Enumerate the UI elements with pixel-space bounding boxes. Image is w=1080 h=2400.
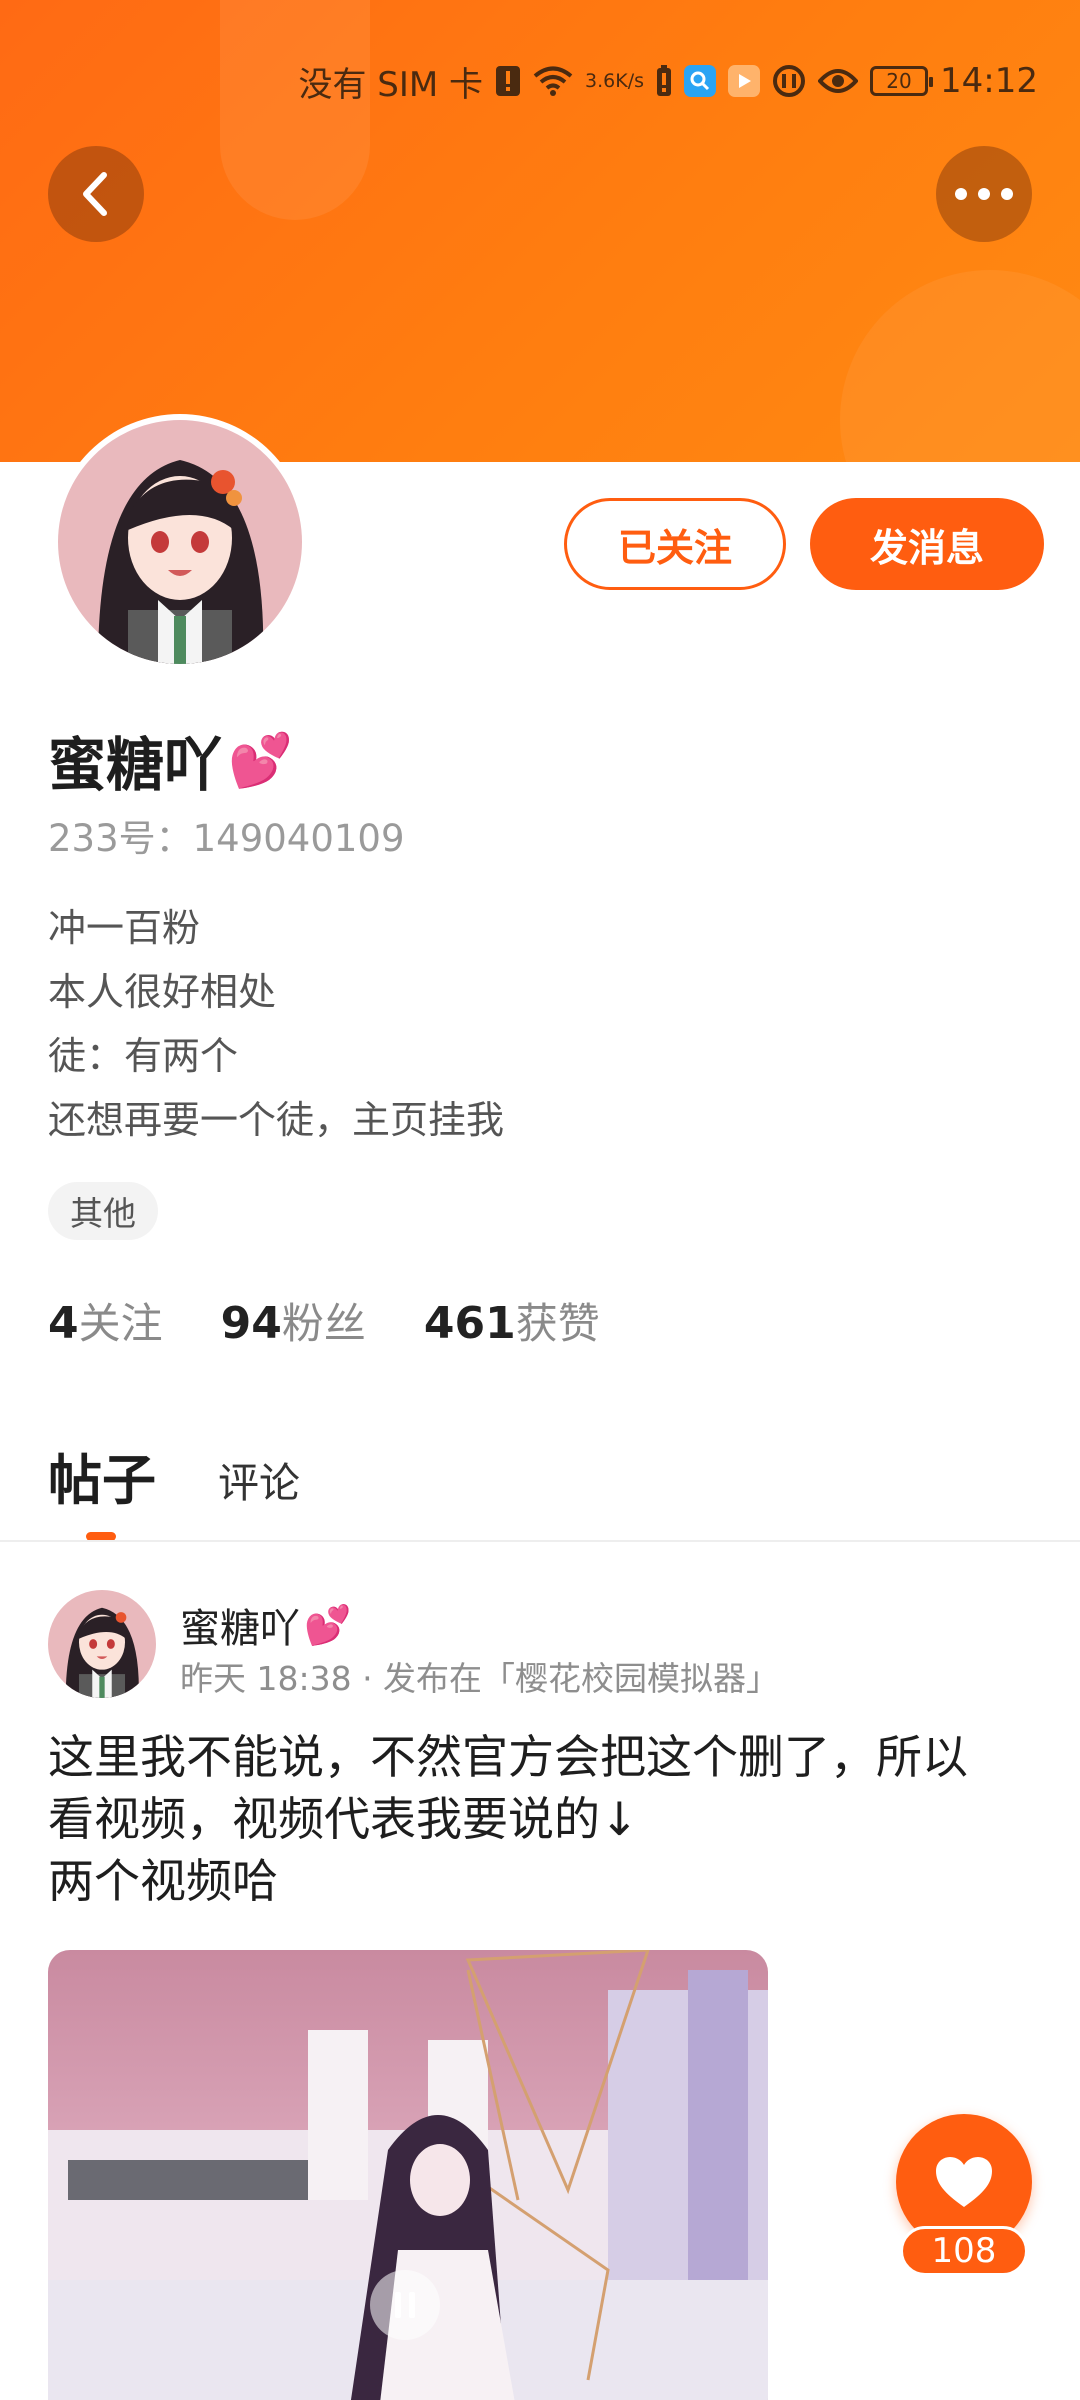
profile-avatar[interactable] xyxy=(52,414,308,670)
profile-bio: 冲一百粉 本人很好相处 徒：有两个 还想再要一个徒，主页挂我 xyxy=(48,896,504,1152)
two-hearts-emoji: 💕 xyxy=(228,730,293,791)
profile-name-text: 蜜糖吖 xyxy=(48,731,223,799)
network-speed: 3.6 K/s xyxy=(585,69,645,92)
speed-unit: K/s xyxy=(615,69,645,92)
stat-likes-count: 461 xyxy=(423,1298,516,1349)
send-message-button[interactable]: 发消息 xyxy=(810,498,1044,590)
battery-alert-icon xyxy=(656,65,672,97)
post-author-avatar[interactable] xyxy=(48,1590,156,1698)
tab-comments[interactable]: 评论 xyxy=(218,1449,300,1515)
avatar-image xyxy=(48,1590,156,1698)
header-decoration xyxy=(840,270,1080,462)
post-text-line: 这里我不能说，不然官方会把这个删了，所以 xyxy=(48,1730,968,1784)
avatar-image xyxy=(58,420,302,664)
profile-stats: 4关注 94粉丝 461获赞 xyxy=(48,1290,600,1351)
profile-header-banner: 没有 SIM 卡 3.6 K/s 20 14:12 xyxy=(0,0,1080,462)
profile-tag: 其他 xyxy=(48,1182,158,1240)
stat-following[interactable]: 4关注 xyxy=(48,1290,163,1351)
heart-icon xyxy=(936,2157,992,2207)
stat-fans[interactable]: 94粉丝 xyxy=(221,1290,366,1351)
video-pause-button[interactable] xyxy=(370,2270,440,2340)
data-saver-icon xyxy=(772,64,806,98)
like-count: 108 xyxy=(900,2226,1028,2276)
eye-comfort-icon xyxy=(818,67,859,95)
bio-line: 本人很好相处 xyxy=(48,970,277,1014)
chevron-left-icon xyxy=(83,172,107,216)
following-button[interactable]: 已关注 xyxy=(564,498,786,590)
header-decoration xyxy=(220,0,370,220)
battery-indicator: 20 xyxy=(870,66,934,96)
post-text-line: 两个视频哈 xyxy=(48,1854,278,1908)
bio-line: 冲一百粉 xyxy=(48,906,201,950)
user-id: 233号：149040109 xyxy=(48,817,405,860)
post-meta: 昨天 18:38 · 发布在「樱花校园模拟器」 xyxy=(180,1659,780,1698)
video-app-icon xyxy=(728,65,761,97)
speed-value: 3.6 xyxy=(585,69,616,92)
bio-line: 徒：有两个 xyxy=(48,1034,239,1078)
wifi-icon xyxy=(533,65,573,97)
tabs-divider xyxy=(0,1540,1080,1542)
stat-fans-count: 94 xyxy=(220,1298,282,1349)
stat-fans-label: 粉丝 xyxy=(281,1299,366,1348)
sim-alert-icon xyxy=(495,65,521,97)
search-app-icon xyxy=(684,65,717,97)
post-body[interactable]: 这里我不能说，不然官方会把这个删了，所以 看视频，视频代表我要说的↓ 两个视频哈 xyxy=(48,1726,1038,1912)
stat-likes: 461获赞 xyxy=(424,1290,600,1351)
tab-posts[interactable]: 帖子 xyxy=(48,1436,156,1541)
post-text-line: 看视频，视频代表我要说的↓ xyxy=(48,1792,639,1846)
clock: 14:12 xyxy=(940,61,1038,101)
post-author-text: 蜜糖吖 xyxy=(180,1606,300,1652)
content-tabs: 帖子 评论 xyxy=(48,1436,300,1541)
stat-following-count: 4 xyxy=(48,1298,79,1349)
more-dots-icon xyxy=(955,188,1013,200)
post-author-name[interactable]: 蜜糖吖 💕 xyxy=(180,1596,351,1654)
back-button[interactable] xyxy=(48,146,144,242)
stat-following-label: 关注 xyxy=(78,1299,163,1348)
status-bar: 没有 SIM 卡 3.6 K/s 20 14:12 xyxy=(298,56,1038,106)
tab-posts-label: 帖子 xyxy=(48,1449,156,1512)
stat-likes-label: 获赞 xyxy=(515,1299,600,1348)
more-options-button[interactable] xyxy=(936,146,1032,242)
two-hearts-emoji: 💕 xyxy=(304,1602,352,1647)
profile-name: 蜜糖吖 💕 xyxy=(48,718,293,802)
bio-line: 还想再要一个徒，主页挂我 xyxy=(48,1098,505,1142)
pause-icon xyxy=(395,2292,415,2318)
carrier-text: 没有 SIM 卡 xyxy=(298,64,484,105)
